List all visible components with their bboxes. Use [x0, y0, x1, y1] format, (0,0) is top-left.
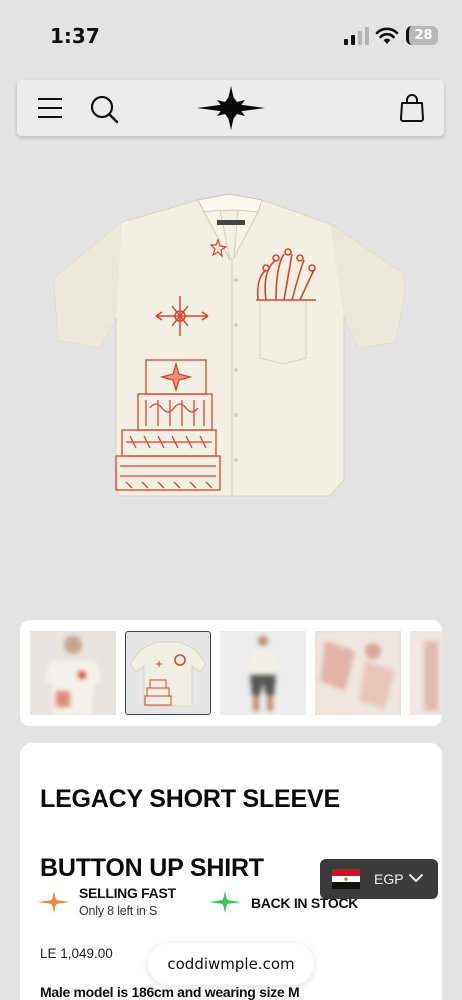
- thumbnail-shirt-flat[interactable]: [125, 631, 211, 715]
- browser-url-pill[interactable]: coddiwmple.com: [148, 943, 314, 985]
- product-hero-image[interactable]: [0, 150, 462, 600]
- stock-remaining-note: Only 8 left in S: [79, 904, 158, 918]
- battery-icon: 28: [406, 26, 438, 45]
- cart-bag-icon[interactable]: [399, 94, 425, 122]
- thumbnail-detail-closeup[interactable]: [315, 631, 401, 715]
- model-size-note: Male model is 186cm and wearing size M: [40, 984, 300, 1000]
- currency-code: EGP: [374, 871, 404, 887]
- search-icon[interactable]: [89, 94, 119, 124]
- thumbnail-image: [129, 641, 207, 707]
- product-page: 1:37 28 LEGACY SHORT SLEEVE BUTTON UP SH…: [0, 0, 462, 1000]
- thumbnail-image: [315, 631, 401, 715]
- status-bar: 1:37 28: [0, 0, 462, 70]
- chevron-down-icon: [409, 874, 423, 882]
- logo-star-icon[interactable]: [197, 86, 265, 130]
- thumbnail-model-full[interactable]: [220, 631, 306, 715]
- signal-icon: [344, 27, 369, 45]
- product-price: LE 1,049.00: [40, 946, 113, 961]
- status-time: 1:37: [50, 24, 100, 48]
- wifi-icon: [375, 27, 399, 44]
- battery-level: 28: [414, 28, 433, 43]
- back-in-stock-star-icon: [209, 891, 241, 913]
- thumbnail-partial[interactable]: [410, 631, 442, 715]
- thumbnail-model-front[interactable]: [30, 631, 116, 715]
- currency-selector[interactable]: EGP: [320, 859, 438, 899]
- shirt-illustration: [53, 193, 405, 497]
- thumbnail-gallery: [20, 620, 442, 726]
- egypt-flag-icon: [332, 869, 360, 889]
- selling-fast-label: SELLING FAST: [79, 885, 176, 901]
- thumbnail-image: [248, 636, 278, 711]
- thumbnail-image: [44, 636, 102, 715]
- site-header: [17, 80, 444, 136]
- menu-icon[interactable]: [37, 96, 63, 120]
- selling-fast-star-icon: [38, 891, 70, 913]
- thumbnail-image: [424, 641, 438, 711]
